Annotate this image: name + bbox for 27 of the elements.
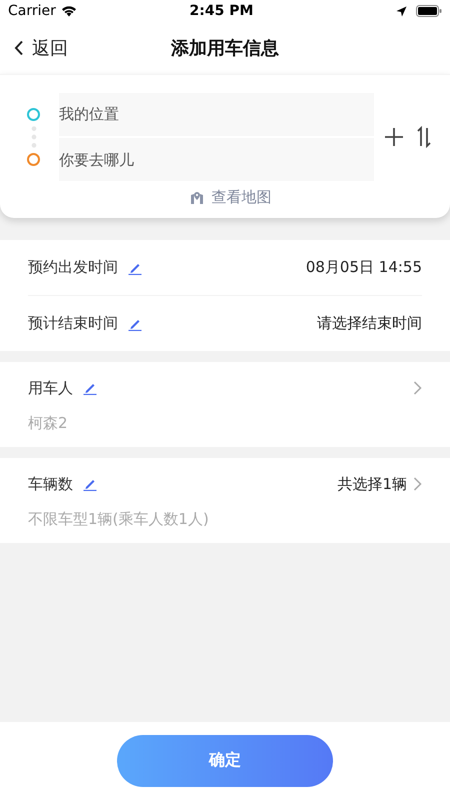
clock-time: 2:45 PM bbox=[188, 3, 254, 19]
connector-dots bbox=[31, 124, 37, 150]
back-chevron-icon bbox=[14, 40, 24, 56]
plus-icon bbox=[384, 127, 404, 147]
row-label: 车辆数 bbox=[28, 474, 73, 494]
vehicle-summary: 共选择1辆 bbox=[337, 474, 407, 494]
edit-icon bbox=[83, 381, 97, 395]
section-detail: 柯森2 bbox=[28, 414, 69, 433]
row-label: 预计结束时间 bbox=[28, 314, 118, 333]
map-pin-icon bbox=[190, 190, 204, 204]
location-arrow-icon bbox=[396, 6, 407, 16]
carrier-name: Carrier bbox=[8, 3, 56, 19]
time-picker[interactable]: 请选择结束时间 bbox=[317, 314, 422, 333]
view-map-link[interactable]: 查看地图 bbox=[184, 187, 278, 208]
battery-icon bbox=[416, 5, 442, 17]
add-stop-button[interactable] bbox=[382, 125, 406, 149]
origin-field[interactable]: 我的位置 bbox=[59, 93, 374, 136]
row-label: 预约出发时间 bbox=[28, 258, 118, 277]
section-detail: 不限车型1辆(乘车人数1人) bbox=[28, 510, 210, 529]
time-picker[interactable]: 08月05日 14:55 bbox=[306, 258, 422, 277]
edit-icon bbox=[83, 477, 97, 491]
row-label: 用车人 bbox=[28, 378, 73, 398]
wifi-icon bbox=[60, 5, 77, 17]
page-title: 添加用车信息 bbox=[171, 37, 279, 60]
swap-icon bbox=[416, 126, 432, 148]
back-button[interactable]: 返回 bbox=[12, 34, 70, 62]
destination-field[interactable]: 你要去哪儿 bbox=[59, 138, 374, 181]
